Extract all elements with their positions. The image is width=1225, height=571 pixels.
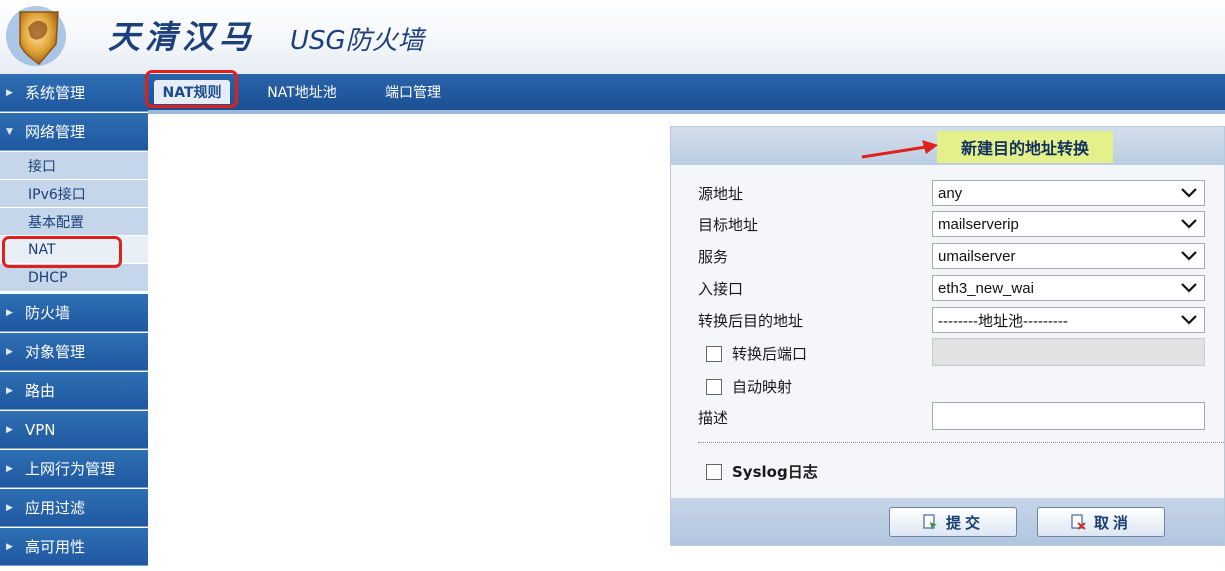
source-select[interactable]: any: [932, 180, 1205, 206]
sidebar-group-label: 网络管理: [25, 123, 86, 141]
sidebar-item-interface[interactable]: 接口: [0, 152, 148, 180]
chevron-right-icon: ▶: [6, 502, 13, 513]
sidebar-group-app-filter[interactable]: ▶ 应用过滤: [0, 489, 148, 527]
port-checkbox-label: 转换后端口: [732, 345, 808, 363]
sidebar-group-label: 系统管理: [25, 84, 86, 102]
chevron-down-icon: [1181, 315, 1197, 325]
service-select[interactable]: umailserver: [932, 243, 1205, 269]
translated-value: --------地址池---------: [938, 312, 1068, 330]
source-value: any: [938, 184, 963, 202]
chevron-down-icon: [1181, 188, 1197, 198]
chevron-down-icon: [1181, 219, 1197, 229]
tab-nat-address-pool[interactable]: NAT地址池: [254, 80, 350, 104]
sidebar-item-nat[interactable]: NAT: [0, 236, 148, 264]
sidebar-group-vpn[interactable]: ▶ VPN: [0, 411, 148, 449]
sidebar-group-label: 上网行为管理: [25, 460, 116, 478]
chevron-right-icon: ▶: [6, 541, 13, 552]
sidebar-item-basic-config[interactable]: 基本配置: [0, 208, 148, 236]
brand-name-cn: 天清汉马: [108, 18, 257, 56]
sidebar-group-label: 高可用性: [25, 538, 86, 556]
sidebar-group-high-availability[interactable]: ▶ 高可用性: [0, 528, 148, 566]
service-value: umailserver: [938, 247, 1016, 265]
dest-select[interactable]: mailserverip: [932, 211, 1205, 237]
syslog-checkbox[interactable]: [706, 463, 722, 480]
app-header: 天清汉马 USG防火墙: [0, 0, 1225, 74]
iface-label: 入接口: [698, 279, 744, 298]
service-label: 服务: [698, 247, 729, 266]
sidebar-group-label: 应用过滤: [25, 499, 86, 517]
tab-nat-rules[interactable]: NAT规则: [154, 80, 230, 104]
sidebar-group-firewall[interactable]: ▶ 防火墙: [0, 294, 148, 332]
chevron-down-icon: ▼: [6, 126, 13, 137]
port-checkbox-row: 转换后端口: [706, 343, 807, 364]
submit-button[interactable]: 提交: [889, 507, 1017, 537]
chevron-right-icon: ▶: [6, 463, 13, 474]
auto-map-label: 自动映射: [732, 378, 793, 396]
sidebar-group-label: 对象管理: [25, 343, 86, 361]
form-header: 新建目的地址转换: [671, 127, 1224, 165]
desc-input[interactable]: [932, 402, 1205, 430]
iface-select[interactable]: eth3_new_wai: [932, 275, 1205, 301]
form-divider: [698, 442, 1224, 443]
chevron-right-icon: ▶: [6, 307, 13, 318]
tab-bar: NAT规则 NAT地址池 端口管理: [148, 74, 1225, 110]
shield-logo-icon: [6, 6, 66, 66]
chevron-right-icon: ▶: [6, 385, 13, 396]
port-checkbox[interactable]: [706, 345, 722, 362]
sidebar-group-web-behavior[interactable]: ▶ 上网行为管理: [0, 450, 148, 488]
sidebar-item-ipv6-interface[interactable]: IPv6接口: [0, 180, 148, 208]
cancel-icon: [1071, 514, 1086, 530]
auto-checkbox-row: 自动映射: [706, 376, 792, 397]
sidebar-group-routing[interactable]: ▶ 路由: [0, 372, 148, 410]
sidebar-item-dhcp[interactable]: DHCP: [0, 264, 148, 292]
sidebar-group-label: 路由: [25, 382, 56, 400]
chevron-down-icon: [1181, 251, 1197, 261]
auto-map-checkbox[interactable]: [706, 378, 722, 395]
syslog-checkbox-row: Syslog日志: [706, 461, 818, 482]
sidebar-group-objects[interactable]: ▶ 对象管理: [0, 333, 148, 371]
chevron-right-icon: ▶: [6, 87, 13, 98]
port-input: [932, 338, 1205, 366]
form-title: 新建目的地址转换: [937, 131, 1113, 163]
arrow-pointer-icon: [861, 140, 938, 159]
desc-label: 描述: [698, 408, 729, 427]
dest-value: mailserverip: [938, 215, 1019, 233]
sidebar: ▶ 系统管理 ▼ 网络管理 接口 IPv6接口 基本配置 NAT DHCP ▶ …: [0, 74, 148, 571]
sidebar-sublist: 接口 IPv6接口 基本配置 NAT DHCP: [0, 152, 148, 294]
dest-label: 目标地址: [698, 215, 759, 234]
sidebar-group-system[interactable]: ▶ 系统管理: [0, 74, 148, 112]
chevron-right-icon: ▶: [6, 346, 13, 357]
sidebar-group-network[interactable]: ▼ 网络管理: [0, 113, 148, 151]
sidebar-group-label: 防火墙: [25, 304, 71, 322]
tab-port-management[interactable]: 端口管理: [372, 80, 454, 104]
iface-value: eth3_new_wai: [938, 279, 1034, 297]
tab-bar-underline: [148, 110, 1225, 114]
translated-label: 转换后目的地址: [698, 311, 804, 330]
submit-label: 提交: [945, 513, 984, 532]
chevron-down-icon: [1181, 283, 1197, 293]
cancel-label: 取消: [1093, 513, 1132, 532]
sidebar-group-label: VPN: [25, 420, 56, 439]
translated-select[interactable]: --------地址池---------: [932, 307, 1205, 333]
source-label: 源地址: [698, 184, 744, 203]
syslog-label: Syslog日志: [732, 463, 818, 481]
submit-icon: [923, 514, 937, 530]
cancel-button[interactable]: 取消: [1037, 507, 1165, 537]
brand-name-product: USG防火墙: [290, 26, 424, 56]
chevron-right-icon: ▶: [6, 424, 13, 435]
